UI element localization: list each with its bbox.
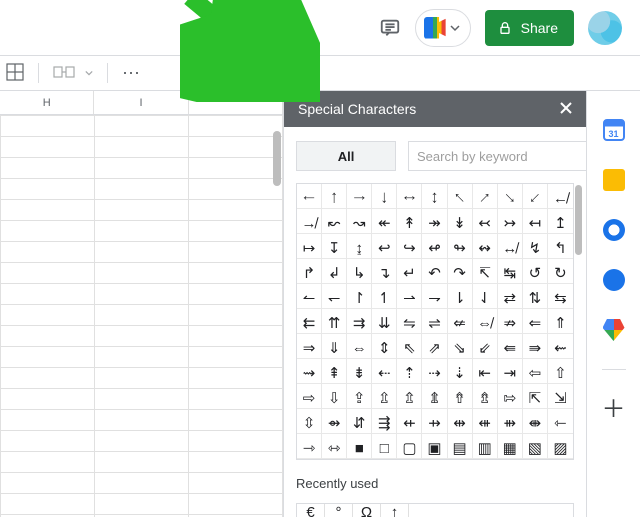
account-avatar[interactable]	[588, 11, 622, 45]
column-header[interactable]	[189, 91, 283, 114]
comment-history-icon[interactable]	[379, 17, 401, 39]
recent-character[interactable]: ↑	[381, 504, 409, 517]
dropdown-caret-icon[interactable]	[85, 69, 93, 77]
panel-title: Special Characters	[298, 101, 416, 117]
character-cell[interactable]: ▣	[422, 434, 447, 459]
calendar-icon[interactable]: 31	[603, 119, 625, 141]
panel-scrollbar-thumb[interactable]	[575, 185, 582, 255]
sheet-scrollbar-thumb[interactable]	[273, 131, 281, 186]
meet-dropdown[interactable]	[415, 9, 471, 47]
column-header[interactable]: I	[94, 91, 188, 114]
contacts-icon[interactable]	[603, 269, 625, 291]
tasks-icon[interactable]	[603, 219, 625, 241]
toolbar-separator	[38, 63, 39, 83]
character-cell[interactable]: ▥	[473, 434, 498, 459]
collapse-panel-icon[interactable]	[260, 65, 282, 90]
share-label: Share	[521, 20, 558, 36]
dropdown-caret-icon	[450, 23, 460, 33]
column-headers: H I	[0, 91, 283, 115]
side-panel-divider	[602, 369, 626, 370]
character-cell[interactable]: ▧	[523, 434, 548, 459]
special-characters-panel: Special Characters All ←↑→↓↔↕↖↗↘↙↚↛↜↝↞↟↠…	[284, 91, 586, 517]
borders-icon[interactable]	[6, 63, 24, 84]
character-cell[interactable]: ■	[347, 434, 372, 459]
character-cell[interactable]: □	[372, 434, 397, 459]
column-header[interactable]: H	[0, 91, 94, 114]
recently-used-label: Recently used	[296, 476, 574, 491]
panel-header: Special Characters	[284, 91, 586, 127]
recent-character[interactable]: Ω	[353, 504, 381, 517]
character-cell[interactable]: ▨	[548, 434, 573, 459]
close-icon[interactable]	[558, 100, 574, 119]
toolbar: ⋯	[0, 55, 640, 91]
cells-grid[interactable]	[0, 115, 283, 517]
tab-label: All	[338, 149, 355, 164]
character-grid: ←↑→↓↔↕↖↗↘↙↚↛↜↝↞↟↠↡↢↣↤↥↦↧↨↩↪↫↬↭↮↯↰↱↲↳↴↵↶↷…	[296, 183, 574, 460]
character-cell[interactable]: ▢	[397, 434, 422, 459]
recent-character[interactable]: €	[297, 504, 325, 517]
search-input[interactable]	[408, 141, 586, 171]
category-tab-all[interactable]: All	[296, 141, 396, 171]
meet-icon	[424, 17, 446, 39]
spreadsheet-area[interactable]: H I	[0, 91, 284, 517]
recently-used-row: €°Ω↑	[296, 503, 574, 517]
character-cell[interactable]: ⇿	[322, 434, 347, 459]
merge-cells-icon[interactable]	[53, 64, 75, 83]
recent-character[interactable]: °	[325, 504, 353, 517]
share-button[interactable]: Share	[485, 10, 574, 46]
maps-icon[interactable]	[603, 319, 625, 341]
toolbar-separator	[107, 63, 108, 83]
keep-icon[interactable]	[603, 169, 625, 191]
character-cell[interactable]: ⇾	[297, 434, 322, 459]
side-panel: 31 ＋	[586, 91, 640, 517]
more-tools-icon[interactable]: ⋯	[122, 63, 142, 84]
character-cell[interactable]: ▤	[448, 434, 473, 459]
add-ons-icon[interactable]: ＋	[602, 398, 626, 422]
character-cell[interactable]: ▦	[498, 434, 523, 459]
lock-icon	[497, 20, 513, 36]
app-header: Share	[0, 0, 640, 55]
